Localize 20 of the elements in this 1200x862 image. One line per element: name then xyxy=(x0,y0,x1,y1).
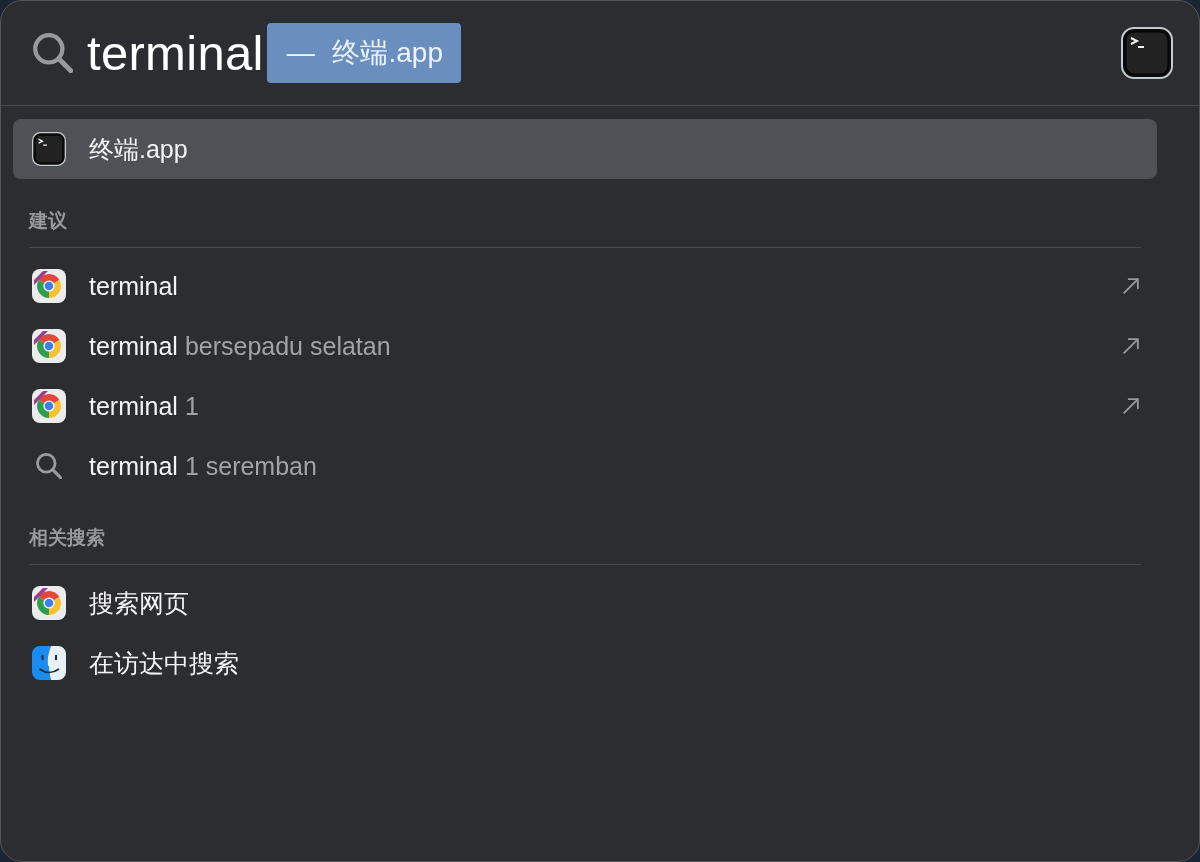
browser-icon xyxy=(32,389,66,423)
terminal-icon xyxy=(32,132,66,166)
search-icon xyxy=(33,33,73,73)
search-icon xyxy=(36,453,62,479)
result-row[interactable]: 在访达中搜索 xyxy=(13,633,1157,693)
result-row[interactable]: terminal xyxy=(13,256,1157,316)
section-heading: 建议 xyxy=(29,209,67,233)
browser-icon xyxy=(32,329,66,363)
smiling-face-icon xyxy=(32,646,66,680)
result-row[interactable]: terminal 1 seremban xyxy=(13,436,1157,496)
result-row[interactable]: terminal 1 xyxy=(13,376,1157,436)
result-row[interactable]: 终端.app xyxy=(13,119,1157,179)
autocomplete-selection: — 终端.app xyxy=(266,23,461,83)
browser-icon xyxy=(32,269,66,303)
terminal-icon xyxy=(1121,27,1173,79)
section-heading: 相关搜索 xyxy=(29,526,105,550)
result-row[interactable]: 搜索网页 xyxy=(13,573,1157,633)
browser-icon xyxy=(32,586,66,620)
result-row[interactable]: terminal bersepadu selatan xyxy=(13,316,1157,376)
search-field[interactable]: terminal — 终端.app xyxy=(33,21,1121,85)
